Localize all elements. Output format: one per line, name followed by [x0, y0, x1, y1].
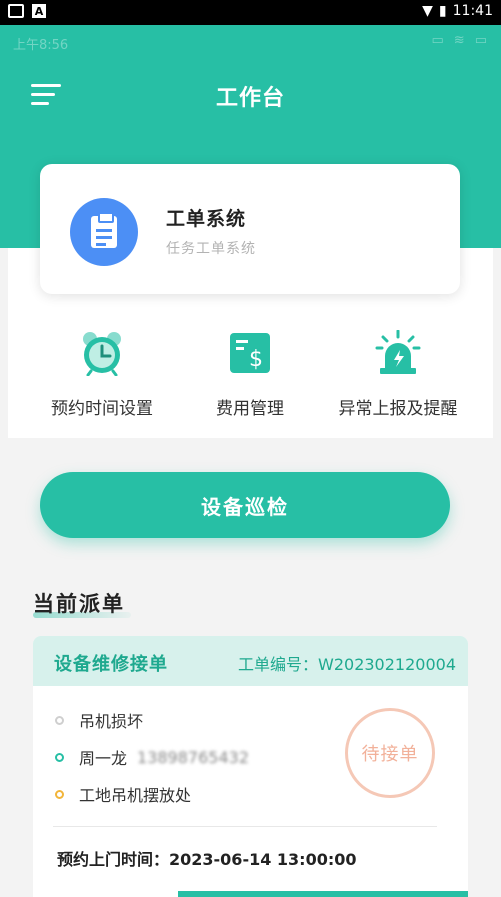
notification-icon [8, 4, 24, 18]
dispatch-order-card[interactable]: 设备维修接单 工单编号：W202302120004 吊机损坏 周一龙 13898… [33, 636, 468, 897]
order-type: 设备维修接单 [54, 654, 168, 675]
clipboard-line [96, 236, 112, 239]
battery-icon: ▭ [474, 33, 487, 48]
wifi-icon: ▼ [422, 3, 433, 19]
quick-action-appointment-time[interactable]: 预约时间设置 [22, 330, 182, 419]
order-fault-row: 吊机损坏 [55, 708, 143, 732]
status-stamp: 待接单 [345, 708, 435, 798]
order-header: 设备维修接单 工单编号：W202302120004 [33, 636, 468, 686]
sim-icon: ▭ [431, 33, 444, 48]
accept-order-bar[interactable] [178, 891, 468, 897]
app-notification-icon: A [32, 4, 46, 18]
quick-action-exception-report[interactable]: 异常上报及提醒 [318, 329, 478, 419]
order-number: 工单编号：W202302120004 [238, 655, 456, 674]
divider [53, 826, 437, 827]
alarm-light-icon [375, 329, 421, 374]
alarm-clock-icon [83, 332, 121, 377]
bullet-icon [55, 715, 64, 725]
order-contact-name: 周一龙 [79, 749, 128, 768]
bill-icon: $ [230, 333, 270, 373]
order-location: 工地吊机摆放处 [79, 786, 192, 805]
app-status-bar: 上午8:56 ▭ ≋ ▭ [0, 25, 501, 58]
appointment-time: 预约上门时间：2023-06-14 13:00:00 [57, 850, 357, 869]
app-status-time: 上午8:56 [13, 38, 69, 53]
bullet-icon [55, 752, 64, 762]
battery-icon: ▮ [438, 3, 447, 19]
svg-text:$: $ [249, 347, 263, 372]
quick-action-label: 异常上报及提醒 [338, 399, 458, 419]
equipment-inspection-button[interactable]: 设备巡检 [40, 472, 450, 538]
clipboard-line [96, 243, 106, 246]
system-time: 11:41 [452, 3, 493, 19]
quick-action-fee-management[interactable]: $ 费用管理 [170, 330, 330, 419]
card-title: 工单系统 [166, 208, 247, 230]
card-subtitle: 任务工单系统 [166, 241, 256, 257]
clipboard-icon [70, 198, 138, 266]
quick-action-label: 预约时间设置 [51, 399, 153, 419]
order-contact-phone[interactable]: 13898765432 [137, 748, 249, 767]
order-location-row: 工地吊机摆放处 [55, 782, 191, 806]
wifi-icon: ≋ [453, 33, 465, 48]
system-status-bar: A ▼ ▮ 11:41 [0, 0, 501, 25]
order-contact-row: 周一龙 13898765432 [55, 745, 249, 769]
order-fault: 吊机损坏 [79, 712, 144, 731]
work-order-system-card[interactable]: 工单系统 任务工单系统 [40, 164, 460, 294]
clipboard-line [96, 229, 112, 232]
quick-action-label: 费用管理 [216, 399, 284, 419]
bullet-icon [55, 789, 64, 799]
page-title: 工作台 [215, 86, 285, 111]
section-title: 当前派单 [33, 592, 125, 616]
